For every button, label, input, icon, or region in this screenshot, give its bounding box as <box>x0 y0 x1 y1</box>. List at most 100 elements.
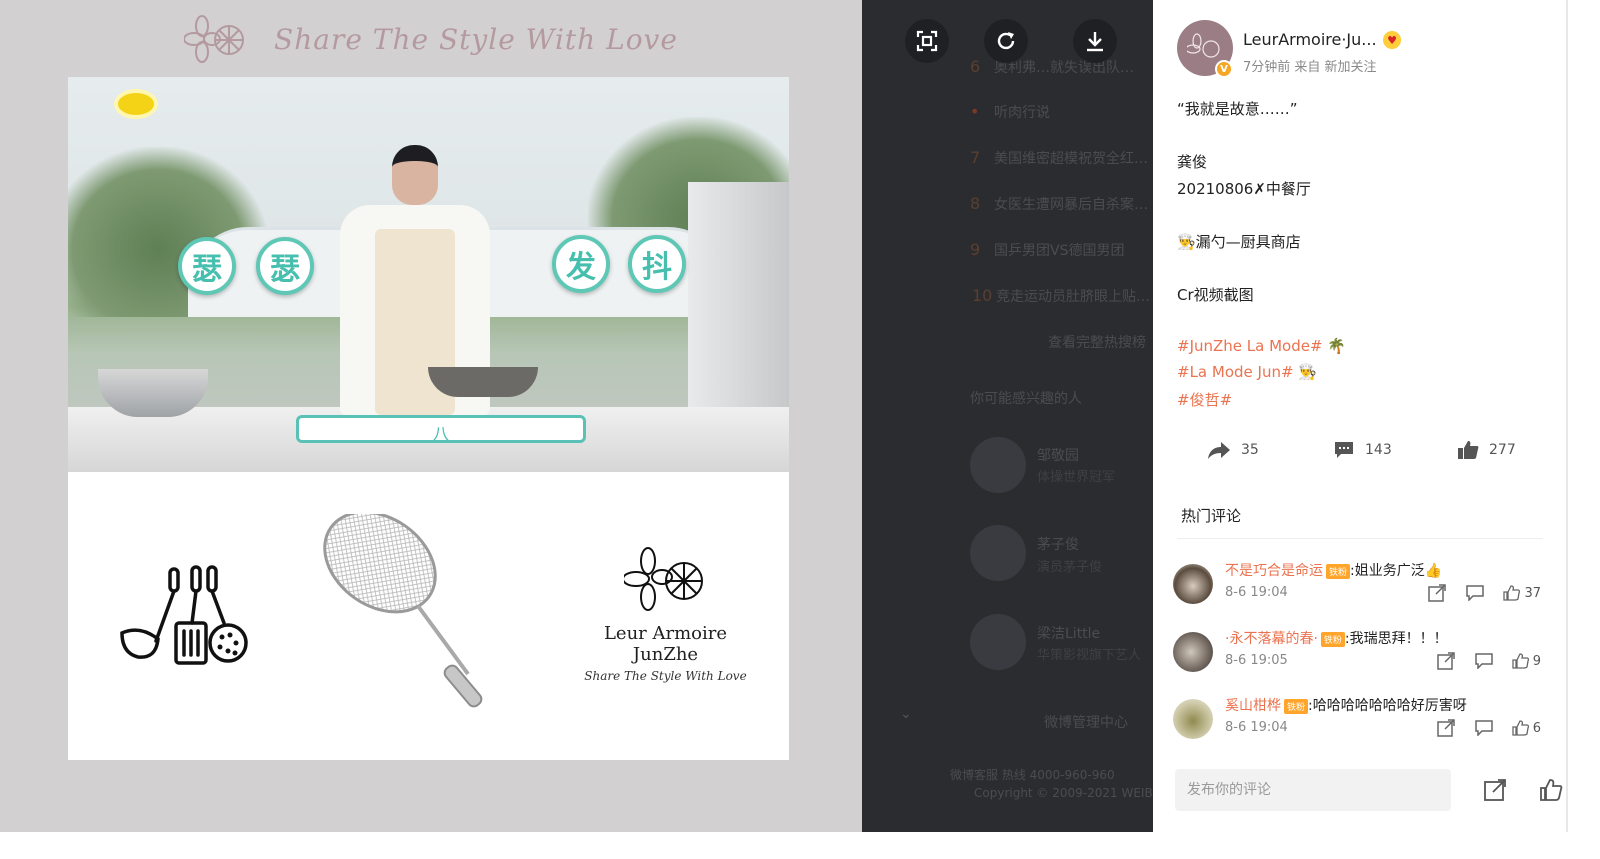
comment-like-button[interactable]: 37 <box>1503 585 1541 601</box>
share-arrow-icon <box>1208 442 1230 459</box>
hot-item: 美国维密超模祝贺全红… <box>994 151 1148 167</box>
comment-icon[interactable] <box>1474 719 1494 737</box>
hot-item: 国乒男团VS德国男团 <box>994 243 1125 259</box>
nameplate: 八 <box>296 415 586 443</box>
comment-like-count: 6 <box>1532 720 1541 736</box>
avatar[interactable] <box>1173 632 1213 672</box>
brand-flower-icon <box>621 547 703 611</box>
comment-text: :姐业务广泛👍 <box>1350 563 1443 579</box>
tv-logo-icon <box>114 89 158 119</box>
comment-like-count: 9 <box>1532 653 1541 669</box>
comment-author[interactable]: 不是巧合是命运 <box>1225 563 1323 579</box>
image-viewer[interactable]: Share The Style With Love 八 瑟 瑟 发 抖 Leur… <box>0 0 862 832</box>
manage-center-link: 微博管理中心 <box>1044 715 1128 731</box>
footer-hotline: 微博客服 热线 4000-960-960 <box>950 768 1115 782</box>
post-text-line: “我就是故意……” <box>1177 100 1298 118</box>
flower-logo-icon <box>184 15 245 63</box>
wok <box>428 367 538 397</box>
avatar <box>970 437 1026 493</box>
strainer-icon <box>323 514 483 708</box>
verified-badge-icon: V <box>1215 60 1233 78</box>
share-icon[interactable] <box>1436 719 1456 737</box>
avatar[interactable] <box>1173 699 1213 739</box>
hot-item: 女医生遭网暴后自杀案… <box>994 197 1148 213</box>
banner-text: Share The Style With Love <box>274 22 678 56</box>
thumbs-up-icon <box>1503 585 1521 601</box>
brand-name: Leur Armoire JunZhe <box>603 623 728 665</box>
comment-like-button[interactable]: 9 <box>1512 653 1541 669</box>
rotate-button[interactable] <box>984 19 1028 63</box>
hashtag-link[interactable]: #JunZhe La Mode# 🌴 <box>1177 337 1346 355</box>
brand-tagline: Share The Style With Love <box>584 669 747 683</box>
comment-author-line: 不是巧合是命运 铁粉:姐业务广泛👍 <box>1225 560 1442 580</box>
comment-item: ·永不落幕的春· 铁粉:我瑞思拜！！！ 8-6 19:05 9 <box>1173 628 1553 688</box>
hot-rank: 6 <box>970 57 981 76</box>
bottom-like-button[interactable] <box>1537 776 1565 804</box>
repost-button[interactable]: 35 <box>1207 440 1259 460</box>
person-desc: 华策影视旗下艺人 <box>1037 648 1142 663</box>
comment-input[interactable]: 发布你的评论 <box>1175 769 1451 811</box>
caption-bubble-2: 瑟 <box>256 237 314 295</box>
comment-time: 8-6 19:04 <box>1225 585 1288 600</box>
chevron-down-icon: ⌄ <box>900 706 912 722</box>
hot-rank: 8 <box>970 194 981 213</box>
kitchen-tools-icon <box>120 565 248 665</box>
comment-button[interactable]: 143 <box>1333 440 1392 460</box>
author-name[interactable]: LeurArmoire·Ju... <box>1243 30 1377 49</box>
comment-time: 8-6 19:04 <box>1225 720 1288 735</box>
comment-like-button[interactable]: 6 <box>1512 720 1541 736</box>
nameplate-text: 八 <box>433 424 450 443</box>
footer-copyright: Copyright © 2009-2021 WEIBO <box>974 786 1153 800</box>
divider <box>1177 538 1543 539</box>
brand-flower-icon <box>1187 33 1220 58</box>
comment-actions: 37 <box>1427 584 1541 602</box>
fan-badge: 铁粉 <box>1320 631 1345 647</box>
hot-rank: • <box>970 102 980 121</box>
comment-icon[interactable] <box>1474 652 1494 670</box>
thumbs-up-icon <box>1540 779 1563 801</box>
video-screenshot: 八 瑟 瑟 发 抖 <box>68 77 789 472</box>
person-name: 茅子俊 <box>1037 537 1079 553</box>
person-desc: 演员茅子俊 <box>1037 560 1103 575</box>
forward-button[interactable] <box>1481 776 1509 804</box>
comment-item: 不是巧合是命运 铁粉:姐业务广泛👍 8-6 19:04 37 <box>1173 560 1553 620</box>
comment-author[interactable]: ·永不落幕的春· <box>1225 631 1318 647</box>
avatar[interactable] <box>1173 564 1213 604</box>
hashtag-link[interactable]: #俊哲# <box>1177 389 1232 410</box>
fullscreen-icon <box>916 30 938 52</box>
post-meta: 7分钟前 来自 新加关注 <box>1243 60 1377 75</box>
comment-like-count: 37 <box>1524 585 1541 601</box>
hot-rank: 7 <box>970 148 981 167</box>
share-icon <box>1484 779 1506 801</box>
comment-author[interactable]: 奚山柑桦 <box>1225 698 1281 714</box>
post-image[interactable]: 八 瑟 瑟 发 抖 Leur Armoire JunZhe Share The … <box>68 77 789 760</box>
comment-time: 8-6 19:05 <box>1225 653 1288 668</box>
like-count: 277 <box>1489 442 1516 458</box>
fullscreen-button[interactable] <box>905 19 949 63</box>
share-icon[interactable] <box>1427 584 1447 602</box>
scrollbar[interactable] <box>1566 0 1568 832</box>
person-desc: 体操世界冠军 <box>1037 470 1116 485</box>
post-detail-panel: V LeurArmoire·Ju... ♥ 7分钟前 来自 新加关注 “我就是故… <box>1153 0 1566 859</box>
comment-icon[interactable] <box>1465 584 1485 602</box>
post-text-line: Cr视频截图 <box>1177 286 1254 304</box>
person-name: 梁洁Little <box>1037 626 1101 642</box>
brand-block: Leur Armoire JunZhe Share The Style With… <box>573 547 758 683</box>
post-text-line: 👨‍🍳漏勺—厨具商店 <box>1177 233 1301 251</box>
thumbs-up-icon <box>1458 441 1479 459</box>
interest-title: 你可能感兴趣的人 <box>970 391 1082 407</box>
hashtag-link[interactable]: #La Mode Jun# 👨‍🍳 <box>1177 363 1317 381</box>
comment-text: :我瑞思拜！！！ <box>1344 631 1448 647</box>
download-button[interactable] <box>1073 19 1117 63</box>
hot-comments-title: 热门评论 <box>1181 507 1242 525</box>
share-icon[interactable] <box>1436 652 1456 670</box>
more-hot-link: 查看完整热搜榜 <box>1048 335 1146 351</box>
avatar <box>970 614 1026 670</box>
thumbs-up-icon <box>1512 653 1529 669</box>
hot-rank: 9 <box>970 240 981 259</box>
heart-eyes-emoji-icon: ♥ <box>1383 31 1401 49</box>
comment-count: 143 <box>1365 442 1392 458</box>
screen: Share The Style With Love 八 瑟 瑟 发 抖 Leur… <box>0 0 1600 859</box>
like-button[interactable]: 277 <box>1457 440 1516 460</box>
comment-actions: 9 <box>1436 652 1541 670</box>
